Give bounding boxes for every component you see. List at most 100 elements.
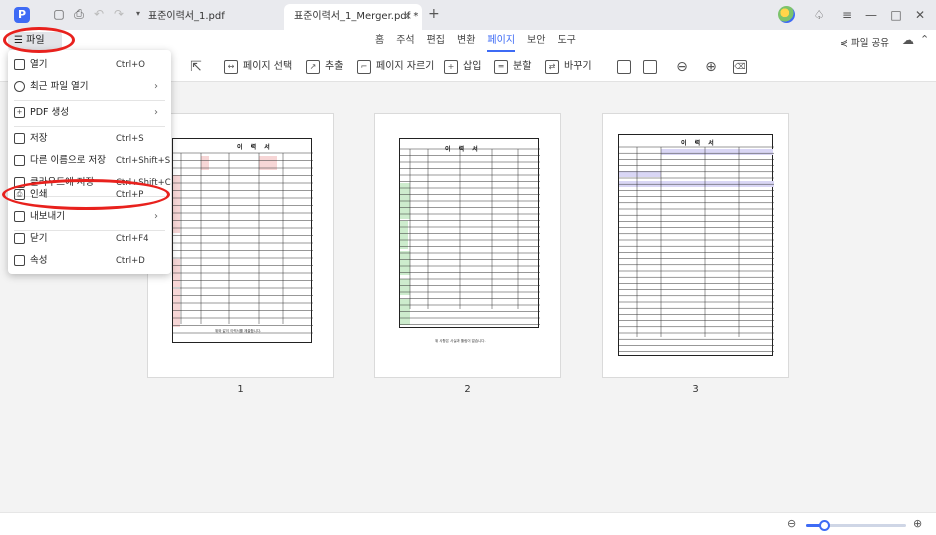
menu-label: 내보내기	[30, 211, 65, 222]
menu-label: PDF 생성	[30, 107, 70, 118]
rotate-right-icon	[643, 60, 657, 74]
page-thumbnail-1[interactable]: 이 력 서 위와 같이 이력서를 제출합니다.	[147, 113, 334, 378]
zoom-slider[interactable]	[806, 520, 906, 531]
submenu-arrow-icon: ›	[154, 211, 158, 222]
menu-shortcut: Ctrl+S	[116, 134, 144, 144]
trash-icon: ⌫	[733, 60, 747, 74]
delete-page-button[interactable]: ⌫	[733, 58, 752, 76]
collapse-ribbon-icon[interactable]: ⌃	[920, 33, 929, 46]
submenu-arrow-icon: ›	[154, 81, 158, 92]
menu-shortcut: Ctrl+D	[116, 256, 145, 266]
tab-document-1[interactable]: 표준이력서_1.pdf	[138, 4, 276, 30]
menu-divider	[14, 100, 165, 101]
maximize-icon[interactable]: □	[887, 6, 905, 24]
ribbon-tabs: 홈 주석 편집 변환 페이지 보안 도구	[375, 30, 588, 52]
menu-label: 속성	[30, 255, 48, 266]
page-select-button[interactable]: ↔ 페이지 선택	[224, 58, 292, 76]
redo-icon[interactable]: ↷	[112, 7, 126, 21]
app-logo-icon[interactable]: P	[14, 7, 30, 23]
tab-edit[interactable]: 편집	[427, 30, 445, 52]
cursor-tool[interactable]: ⇱	[188, 58, 209, 76]
properties-icon	[14, 255, 25, 266]
new-tab-icon[interactable]: +	[428, 6, 440, 22]
menu-icon[interactable]: ≡	[838, 6, 856, 24]
menu-item-close[interactable]: 닫기 Ctrl+F4	[8, 228, 171, 250]
resume-form: 이 력 서 위와 같이 이력서를 제출합니다.	[172, 138, 313, 343]
page-thumbnail-3[interactable]: 이 력 서	[602, 113, 789, 378]
split-button[interactable]: ═ 분할	[494, 58, 531, 76]
share-icon: ⋞	[840, 38, 848, 49]
status-bar: ⊖ ⊕	[0, 512, 936, 535]
close-doc-icon	[14, 233, 25, 244]
close-tab-icon[interactable]: ×	[404, 4, 412, 30]
form-grid	[619, 146, 774, 352]
save-as-icon	[14, 155, 25, 166]
menu-shortcut: Ctrl+Shift+S	[116, 156, 171, 166]
menu-item-recent[interactable]: 최근 파일 열기 ›	[8, 76, 171, 98]
submenu-arrow-icon: ›	[154, 107, 158, 118]
rotate-left-button[interactable]	[617, 58, 636, 76]
zoom-out-button[interactable]: ⊖	[674, 58, 695, 76]
menu-item-open[interactable]: 열기 Ctrl+O	[8, 54, 171, 76]
zoom-slider-thumb[interactable]	[819, 520, 830, 531]
menu-item-save[interactable]: 저장 Ctrl+S	[8, 128, 171, 150]
folder-icon[interactable]: ▢	[52, 7, 66, 21]
menu-label: 저장	[30, 133, 48, 144]
zoom-in-icon: ⊕	[705, 59, 717, 75]
crop-icon: ⌐	[357, 60, 371, 74]
tab-home[interactable]: 홈	[375, 30, 384, 52]
insert-button[interactable]: + 삽입	[444, 58, 481, 76]
replace-icon: ⇄	[545, 60, 559, 74]
zoom-out-icon: ⊖	[676, 59, 688, 75]
undo-icon[interactable]: ↶	[92, 7, 106, 21]
toolbar-label: 페이지 자르기	[376, 61, 435, 72]
notification-bell-icon[interactable]: ♤	[810, 6, 828, 24]
rotate-right-button[interactable]	[643, 58, 662, 76]
print-quick-icon[interactable]: ⎙	[72, 7, 86, 21]
open-icon	[14, 59, 25, 70]
recent-icon	[14, 81, 25, 92]
create-pdf-icon: +	[14, 107, 25, 118]
tab-label: 표준이력서_1_Merger.pdf *	[294, 11, 419, 22]
annotation-ellipse-file	[3, 27, 75, 53]
page-number-2: 2	[464, 384, 471, 395]
toolbar-label: 바꾸기	[564, 61, 592, 72]
tab-document-merger[interactable]: 표준이력서_1_Merger.pdf * ×	[284, 4, 422, 30]
page-select-icon: ↔	[224, 60, 238, 74]
tab-page[interactable]: 페이지	[487, 30, 516, 52]
cloud-upload-icon[interactable]: ☁	[902, 33, 914, 47]
zoom-out-icon[interactable]: ⊖	[787, 517, 796, 530]
tab-comment[interactable]: 주석	[396, 30, 414, 52]
crop-page-button[interactable]: ⌐ 페이지 자르기	[357, 58, 434, 76]
menu-label: 다른 이름으로 저장	[30, 155, 106, 166]
title-bar: P ▢ ⎙ ↶ ↷ ▾ 표준이력서_1.pdf 표준이력서_1_Merger.p…	[0, 0, 936, 30]
menu-shortcut: Ctrl+O	[116, 60, 145, 70]
zoom-in-button[interactable]: ⊕	[703, 58, 724, 76]
page-thumbnail-2[interactable]: 이 력 서 위 사항은 사실과 틀림이 없습니다.	[374, 113, 561, 378]
menu-item-create-pdf[interactable]: + PDF 생성 ›	[8, 102, 171, 124]
toolbar-label: 삽입	[463, 61, 482, 72]
extract-icon: ↗	[306, 60, 320, 74]
menu-label: 최근 파일 열기	[30, 81, 89, 92]
account-avatar[interactable]	[778, 6, 795, 23]
replace-button[interactable]: ⇄ 바꾸기	[545, 58, 592, 76]
cursor-icon: ⇱	[190, 59, 202, 75]
extract-button[interactable]: ↗ 추출	[306, 58, 343, 76]
share-file-button[interactable]: ⋞ 파일 공유	[840, 35, 889, 49]
resume-form: 이 력 서	[399, 138, 540, 328]
page-number-3: 3	[692, 384, 699, 395]
tab-tools[interactable]: 도구	[557, 30, 575, 52]
toolbar-label: 페이지 선택	[243, 61, 293, 72]
resume-form: 이 력 서	[618, 134, 774, 356]
window-close-icon[interactable]: ✕	[911, 6, 929, 24]
menu-item-save-as[interactable]: 다른 이름으로 저장 Ctrl+Shift+S	[8, 150, 171, 172]
zoom-in-icon[interactable]: ⊕	[913, 517, 922, 530]
file-menu-dropdown: 열기 Ctrl+O 최근 파일 열기 › + PDF 생성 › 저장 Ctrl+…	[8, 50, 171, 274]
form-grid	[173, 152, 313, 334]
menu-item-properties[interactable]: 속성 Ctrl+D	[8, 250, 171, 272]
tab-protect[interactable]: 보안	[527, 30, 545, 52]
minimize-icon[interactable]: —	[862, 6, 880, 24]
tab-convert[interactable]: 변환	[457, 30, 475, 52]
export-icon	[14, 211, 25, 222]
menu-bar: ☰ 파일 홈 주석 편집 변환 페이지 보안 도구 ⋞ 파일 공유 ☁ ⌃	[0, 30, 936, 52]
